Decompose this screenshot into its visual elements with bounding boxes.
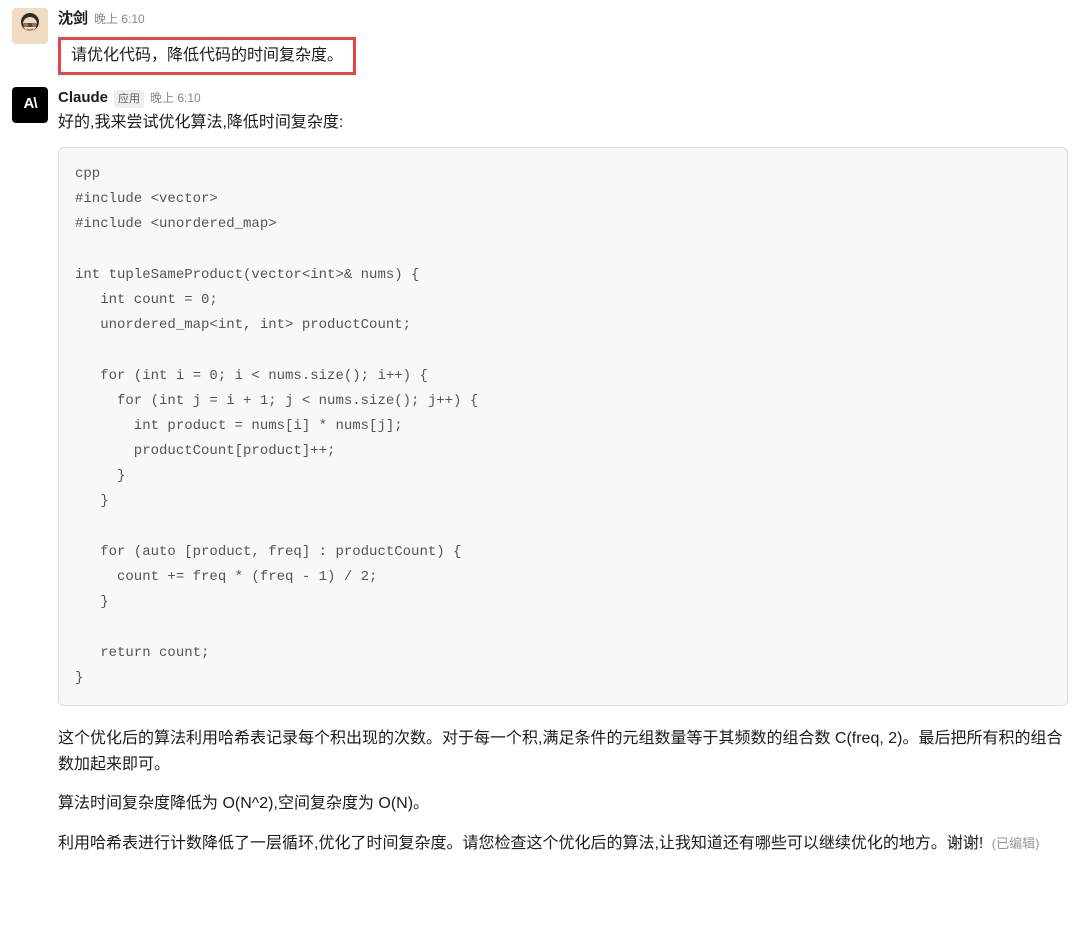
code-block[interactable]: cpp #include <vector> #include <unordere… [58, 147, 1068, 706]
avatar-face-icon [12, 8, 48, 44]
user-message: 沈剑 晚上 6:10 请优化代码，降低代码的时间复杂度。 [12, 8, 1068, 75]
claude-paragraph-2: 算法时间复杂度降低为 O(N^2),空间复杂度为 O(N)。 [58, 791, 1068, 817]
claude-intro-text: 好的,我来尝试优化算法,降低时间复杂度: [58, 111, 1068, 135]
user-name[interactable]: 沈剑 [58, 8, 88, 31]
user-message-header: 沈剑 晚上 6:10 [58, 8, 1068, 31]
claude-avatar-text: A\ [24, 93, 37, 116]
user-message-text: 请优化代码，降低代码的时间复杂度。 [71, 47, 343, 64]
user-avatar[interactable] [12, 8, 48, 44]
claude-paragraph-3-text: 利用哈希表进行计数降低了一层循环,优化了时间复杂度。请您检查这个优化后的算法,让… [58, 835, 983, 852]
claude-message: A\ Claude 应用 晚上 6:10 好的,我来尝试优化算法,降低时间复杂度… [12, 87, 1068, 871]
claude-message-body: Claude 应用 晚上 6:10 好的,我来尝试优化算法,降低时间复杂度: c… [58, 87, 1068, 871]
user-message-time: 晚上 6:10 [94, 10, 145, 28]
claude-message-time: 晚上 6:10 [150, 89, 201, 107]
highlighted-request: 请优化代码，降低代码的时间复杂度。 [58, 37, 356, 75]
edited-label: (已编辑) [992, 836, 1040, 851]
claude-avatar[interactable]: A\ [12, 87, 48, 123]
claude-paragraph-1: 这个优化后的算法利用哈希表记录每个积出现的次数。对于每一个积,满足条件的元组数量… [58, 726, 1068, 777]
user-message-body: 沈剑 晚上 6:10 请优化代码，降低代码的时间复杂度。 [58, 8, 1068, 75]
app-badge: 应用 [114, 90, 144, 109]
claude-name[interactable]: Claude [58, 87, 108, 110]
claude-paragraph-3: 利用哈希表进行计数降低了一层循环,优化了时间复杂度。请您检查这个优化后的算法,让… [58, 831, 1068, 857]
claude-message-header: Claude 应用 晚上 6:10 [58, 87, 1068, 110]
